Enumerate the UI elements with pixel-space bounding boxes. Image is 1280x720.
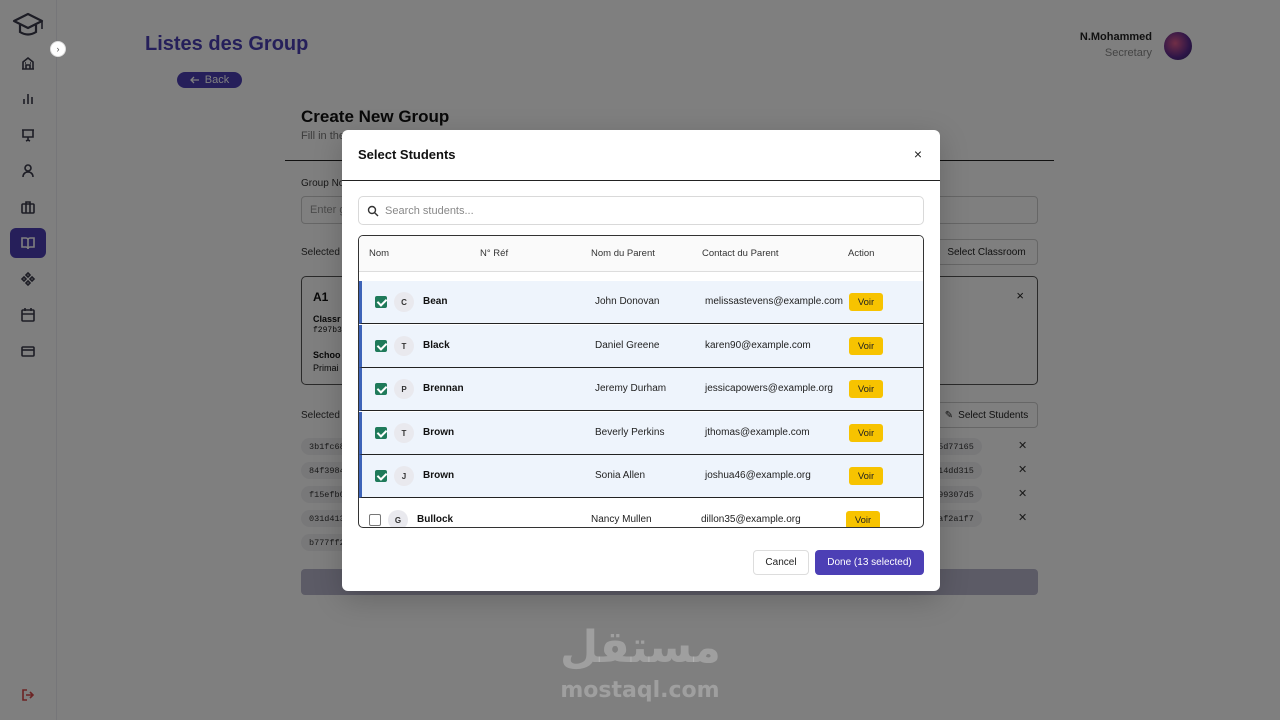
- column-header-ref[interactable]: N° Réf: [480, 248, 508, 259]
- voir-button[interactable]: Voir: [849, 380, 883, 398]
- chevron-right-icon: ›: [56, 44, 60, 54]
- student-initial-avatar: T: [394, 423, 414, 443]
- parent-contact: melissastevens@example.com: [705, 296, 843, 307]
- student-name: Black: [423, 340, 450, 351]
- table-row[interactable]: T Brown Beverly Perkins jthomas@example.…: [359, 412, 923, 455]
- student-name: Brown: [423, 427, 455, 438]
- column-header-nom[interactable]: Nom: [369, 248, 389, 259]
- student-name: Bullock: [417, 514, 454, 525]
- sidebar-toggle-button[interactable]: ›: [50, 41, 66, 57]
- student-initial-avatar: J: [394, 466, 414, 486]
- search-input[interactable]: [385, 202, 905, 220]
- table-row[interactable]: T Black Daniel Greene karen90@example.co…: [359, 325, 923, 368]
- student-initial-avatar: G: [388, 510, 408, 527]
- row-checkbox[interactable]: [375, 427, 387, 439]
- search-field[interactable]: [358, 196, 924, 225]
- parent-contact: jthomas@example.com: [705, 427, 810, 438]
- student-initial-avatar: P: [394, 379, 414, 399]
- cancel-button[interactable]: Cancel: [753, 550, 809, 575]
- parent-name: Beverly Perkins: [595, 427, 665, 438]
- table-row[interactable]: P Brennan Jeremy Durham jessicapowers@ex…: [359, 368, 923, 411]
- voir-button[interactable]: Voir: [846, 511, 880, 527]
- student-name: Bean: [423, 296, 448, 307]
- parent-name: Sonia Allen: [595, 470, 646, 481]
- student-initial-avatar: C: [394, 292, 414, 312]
- done-button[interactable]: Done (13 selected): [815, 550, 924, 575]
- column-header-action: Action: [848, 248, 875, 259]
- modal-title: Select Students: [358, 147, 456, 162]
- voir-button[interactable]: Voir: [849, 467, 883, 485]
- watermark-arabic: مستقل: [560, 622, 721, 673]
- parent-contact: dillon35@example.org: [701, 514, 801, 525]
- column-header-parent[interactable]: Nom du Parent: [591, 248, 655, 259]
- select-students-modal: Select Students × Nom N° Réf Nom du Pare…: [342, 130, 940, 591]
- parent-contact: joshua46@example.org: [705, 470, 811, 481]
- voir-button[interactable]: Voir: [849, 337, 883, 355]
- student-name: Brown: [423, 470, 455, 481]
- table-row[interactable]: J Brown Sonia Allen joshua46@example.org…: [359, 455, 923, 498]
- row-checkbox[interactable]: [375, 470, 387, 482]
- students-table: Nom N° Réf Nom du Parent Contact du Pare…: [358, 235, 924, 528]
- search-icon: [367, 205, 379, 217]
- row-checkbox[interactable]: [375, 296, 387, 308]
- voir-button[interactable]: Voir: [849, 293, 883, 311]
- row-checkbox[interactable]: [375, 383, 387, 395]
- voir-button[interactable]: Voir: [849, 424, 883, 442]
- divider: [342, 180, 940, 181]
- table-row[interactable]: G Bullock Nancy Mullen dillon35@example.…: [359, 499, 923, 527]
- parent-name: John Donovan: [595, 296, 660, 307]
- parent-name: Nancy Mullen: [591, 514, 652, 525]
- parent-name: Daniel Greene: [595, 340, 660, 351]
- parent-contact: jessicapowers@example.org: [705, 383, 833, 394]
- table-header: Nom N° Réf Nom du Parent Contact du Pare…: [359, 236, 923, 272]
- table-row[interactable]: C Bean John Donovan melissastevens@examp…: [359, 281, 923, 324]
- watermark-latin: mostaql.com: [560, 678, 720, 703]
- student-initial-avatar: T: [394, 336, 414, 356]
- parent-contact: karen90@example.com: [705, 340, 811, 351]
- row-checkbox[interactable]: [375, 340, 387, 352]
- parent-name: Jeremy Durham: [595, 383, 667, 394]
- row-checkbox[interactable]: [369, 514, 381, 526]
- student-name: Brennan: [423, 383, 464, 394]
- column-header-contact[interactable]: Contact du Parent: [702, 248, 779, 259]
- close-icon[interactable]: ×: [914, 146, 922, 162]
